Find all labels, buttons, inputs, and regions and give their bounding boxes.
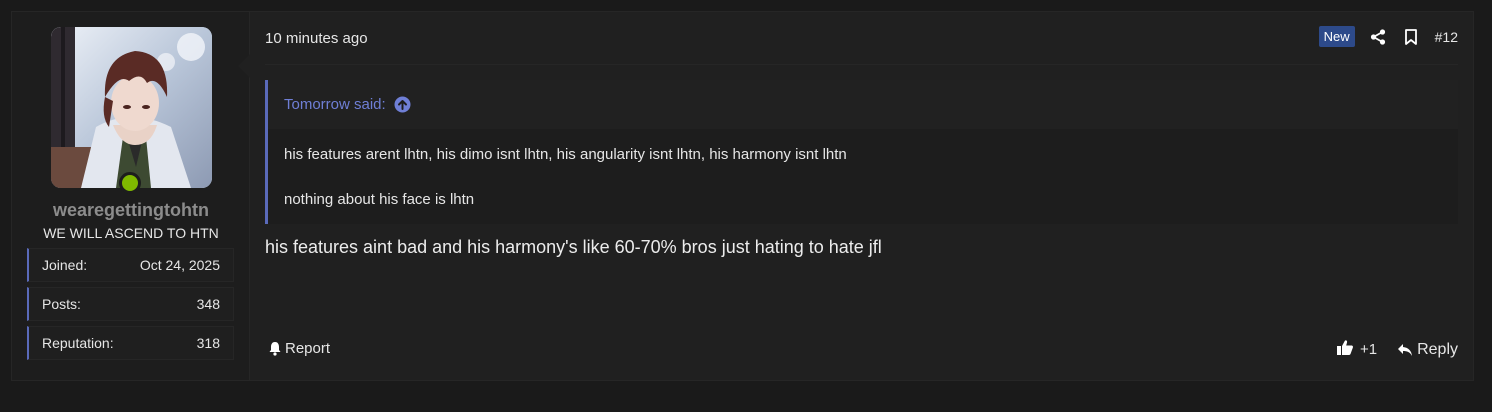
post-main: 10 minutes ago New #12 Tomorrow said: hi… bbox=[250, 12, 1473, 380]
post-header-actions: New #12 bbox=[1318, 26, 1458, 47]
post-body: his features aint bad and his harmony's … bbox=[265, 237, 882, 257]
header-divider bbox=[265, 64, 1458, 65]
report-button[interactable]: Report bbox=[268, 340, 330, 357]
stat-joined: Joined: Oct 24, 2025 bbox=[27, 248, 234, 282]
avatar-wrapper bbox=[51, 27, 212, 194]
bell-icon bbox=[268, 341, 282, 356]
arrow-up-circle-icon[interactable] bbox=[394, 96, 411, 113]
stat-reputation: Reputation: 318 bbox=[27, 326, 234, 360]
like-button[interactable]: +1 bbox=[1336, 339, 1377, 360]
new-badge: New bbox=[1318, 26, 1355, 47]
post-footer-actions: +1 Reply bbox=[1336, 339, 1458, 360]
quote-block: Tomorrow said: his features arent lhtn, … bbox=[265, 80, 1458, 224]
avatar-image bbox=[51, 27, 212, 188]
report-label: Report bbox=[285, 340, 331, 357]
user-panel: wearegettingtohtn WE WILL ASCEND TO HTN … bbox=[12, 12, 250, 380]
quote-text-line: nothing about his face is lhtn bbox=[284, 191, 475, 208]
stat-label: Reputation: bbox=[42, 335, 114, 351]
post-container: wearegettingtohtn WE WILL ASCEND TO HTN … bbox=[11, 11, 1474, 381]
message-arrow bbox=[238, 54, 250, 78]
quote-text-line: his features arent lhtn, his dimo isnt l… bbox=[284, 146, 847, 163]
quote-header[interactable]: Tomorrow said: bbox=[268, 80, 1458, 129]
stat-label: Joined: bbox=[42, 257, 88, 273]
stat-value: Oct 24, 2025 bbox=[139, 257, 220, 273]
avatar[interactable] bbox=[51, 27, 212, 188]
user-title: WE WILL ASCEND TO HTN bbox=[43, 225, 219, 241]
share-icon[interactable] bbox=[1369, 28, 1387, 46]
username[interactable]: wearegettingtohtn bbox=[12, 200, 250, 221]
bookmark-icon[interactable] bbox=[1402, 28, 1420, 46]
thumbs-up-icon bbox=[1336, 339, 1354, 360]
reply-button[interactable]: Reply bbox=[1397, 341, 1458, 359]
reply-label: Reply bbox=[1417, 340, 1458, 358]
like-count: +1 bbox=[1359, 341, 1378, 358]
stat-value: 318 bbox=[196, 335, 220, 351]
reply-arrow-icon bbox=[1397, 343, 1413, 357]
stat-value[interactable]: 348 bbox=[197, 296, 220, 312]
online-status-indicator bbox=[119, 172, 141, 194]
quote-author[interactable]: Tomorrow said: bbox=[284, 96, 386, 113]
post-timestamp[interactable]: 10 minutes ago bbox=[265, 30, 368, 47]
post-number-link[interactable]: #12 bbox=[1435, 29, 1458, 45]
stat-posts: Posts: 348 bbox=[27, 287, 234, 321]
stat-label: Posts: bbox=[42, 296, 81, 312]
